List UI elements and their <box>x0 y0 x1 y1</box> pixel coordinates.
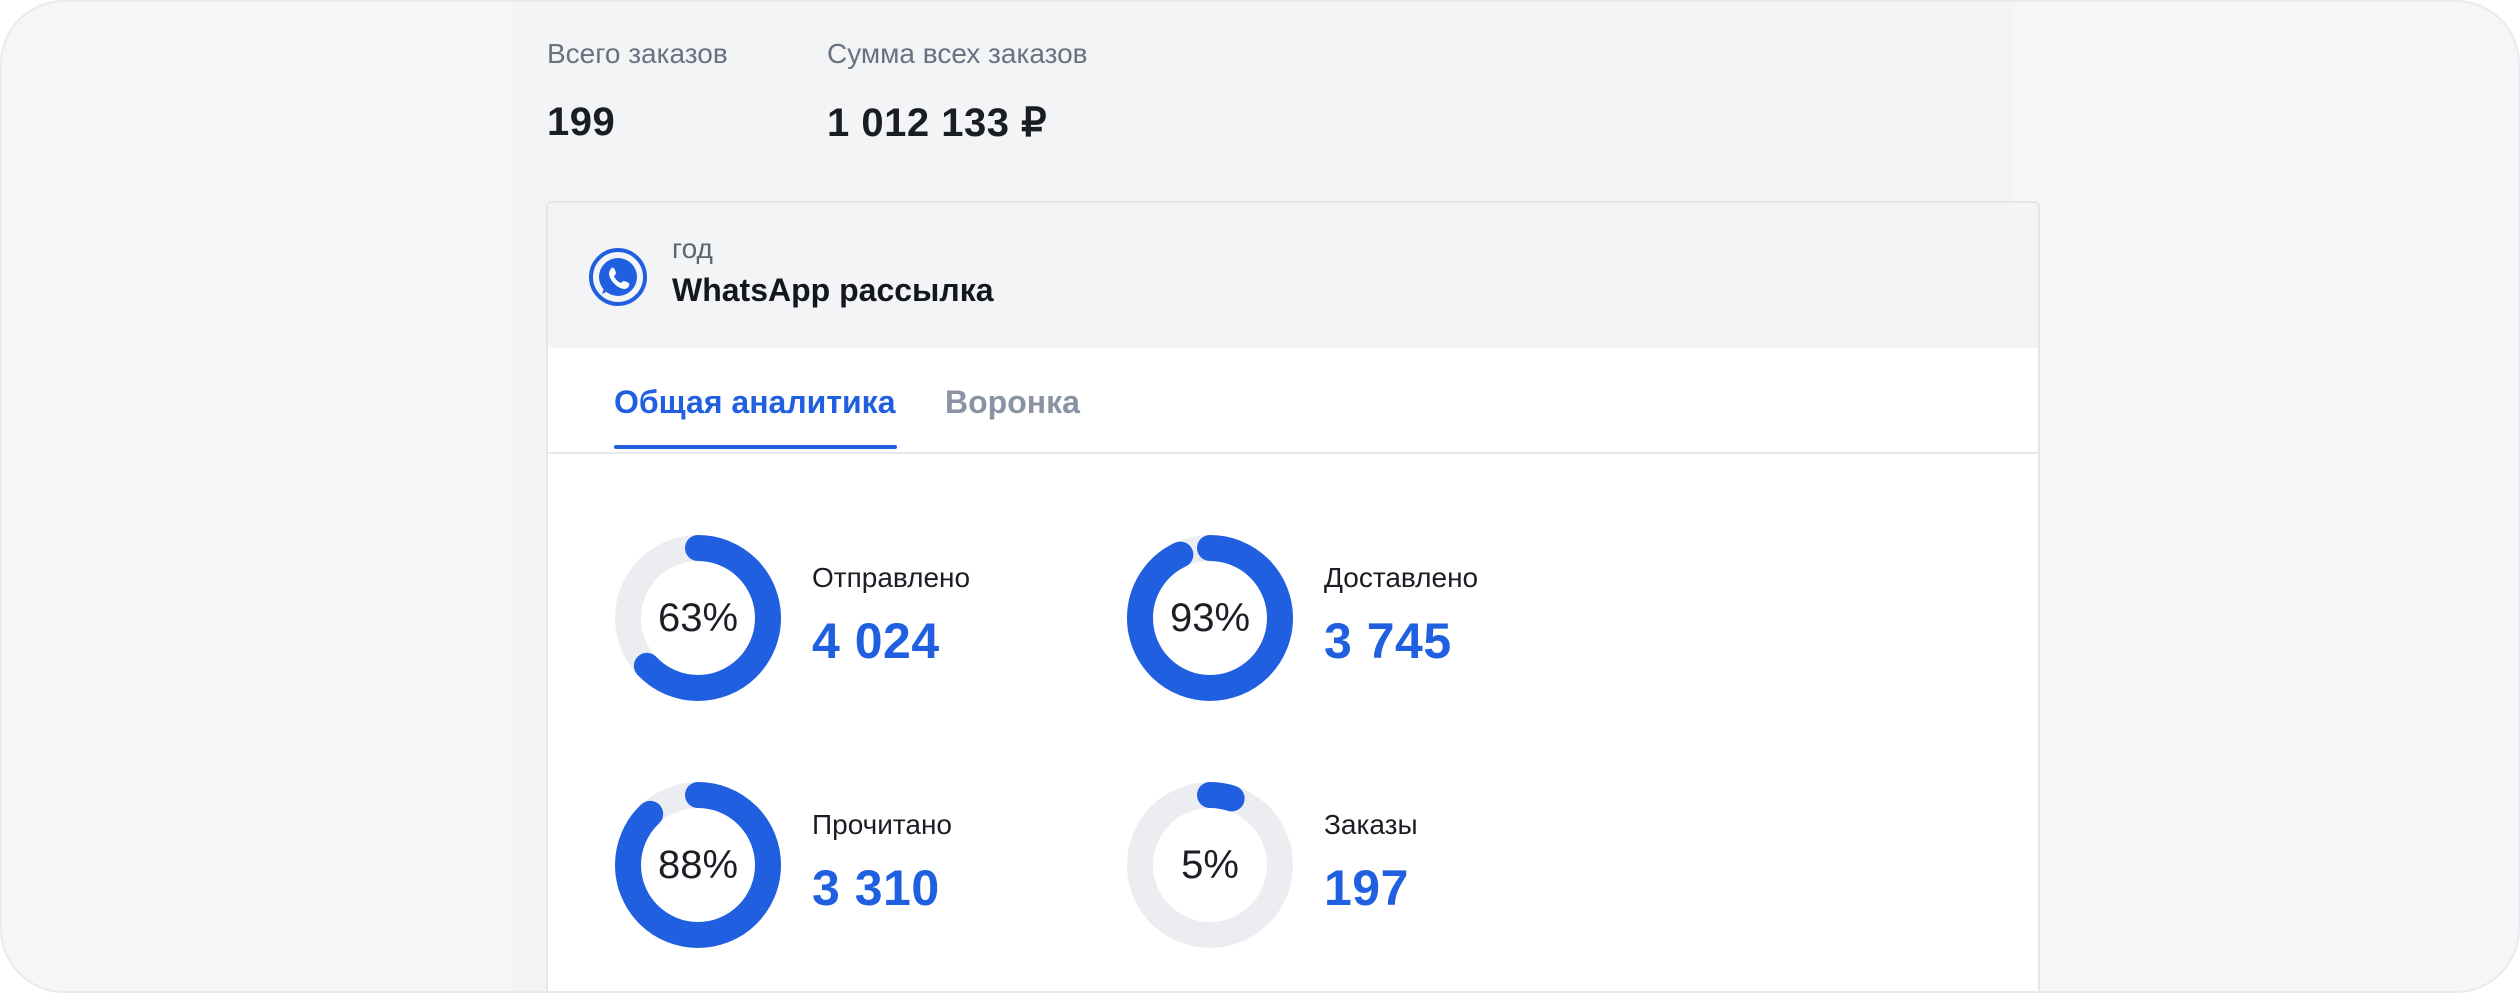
metric-orders: 5% Заказы 197 <box>1126 781 1626 951</box>
metric-value: 3 310 <box>812 860 940 916</box>
metric-value: 197 <box>1324 860 1409 916</box>
campaign-header: год WhatsApp рассылка <box>548 203 2038 348</box>
stat-orders-sum: Сумма всех заказов 1 012 133 ₽ <box>827 38 1088 146</box>
metric-label: Заказы <box>1324 809 1418 840</box>
tab-general-analytics[interactable]: Общая аналитика <box>614 384 895 421</box>
donut-chart: 93% <box>1126 534 1294 702</box>
tab-funnel[interactable]: Воронка <box>945 384 1080 421</box>
campaign-title: WhatsApp рассылка <box>672 272 994 308</box>
metric-read: 88% Прочитано 3 310 <box>614 781 1114 951</box>
donut-percent: 93% <box>1169 595 1251 640</box>
main-panel: Всего заказов 199 Сумма всех заказов 1 0… <box>512 2 2040 991</box>
metric-label: Доставлено <box>1324 562 1479 593</box>
donut-percent: 5% <box>1181 842 1239 887</box>
metric-delivered: 93% Доставлено 3 745 <box>1126 534 1626 704</box>
donut-chart: 63% <box>614 534 782 702</box>
metric-value: 4 024 <box>812 613 940 669</box>
donut-chart: 88% <box>614 781 782 949</box>
donut-percent: 63% <box>657 595 739 640</box>
stat-value: 1 012 133 ₽ <box>827 101 1048 145</box>
window-frame: Всего заказов 199 Сумма всех заказов 1 0… <box>0 0 2520 993</box>
tab-bar: Общая аналитика Воронка <box>548 348 2038 454</box>
metric-sent: 63% Отправлено 4 024 <box>614 534 1114 704</box>
metric-value: 3 745 <box>1324 613 1452 669</box>
stat-label: Всего заказов <box>547 38 728 69</box>
donut-chart: 5% <box>1126 781 1294 949</box>
stat-label: Сумма всех заказов <box>827 38 1088 69</box>
stat-total-orders: Всего заказов 199 <box>547 38 728 145</box>
metric-label: Прочитано <box>812 809 952 840</box>
whatsapp-icon <box>589 248 647 306</box>
metric-label: Отправлено <box>812 562 971 593</box>
donut-percent: 88% <box>657 842 739 887</box>
campaign-card: год WhatsApp рассылка Общая аналитика Во… <box>546 201 2040 991</box>
active-tab-indicator <box>614 445 897 449</box>
campaign-period: год <box>672 233 713 264</box>
stat-value: 199 <box>547 100 616 144</box>
